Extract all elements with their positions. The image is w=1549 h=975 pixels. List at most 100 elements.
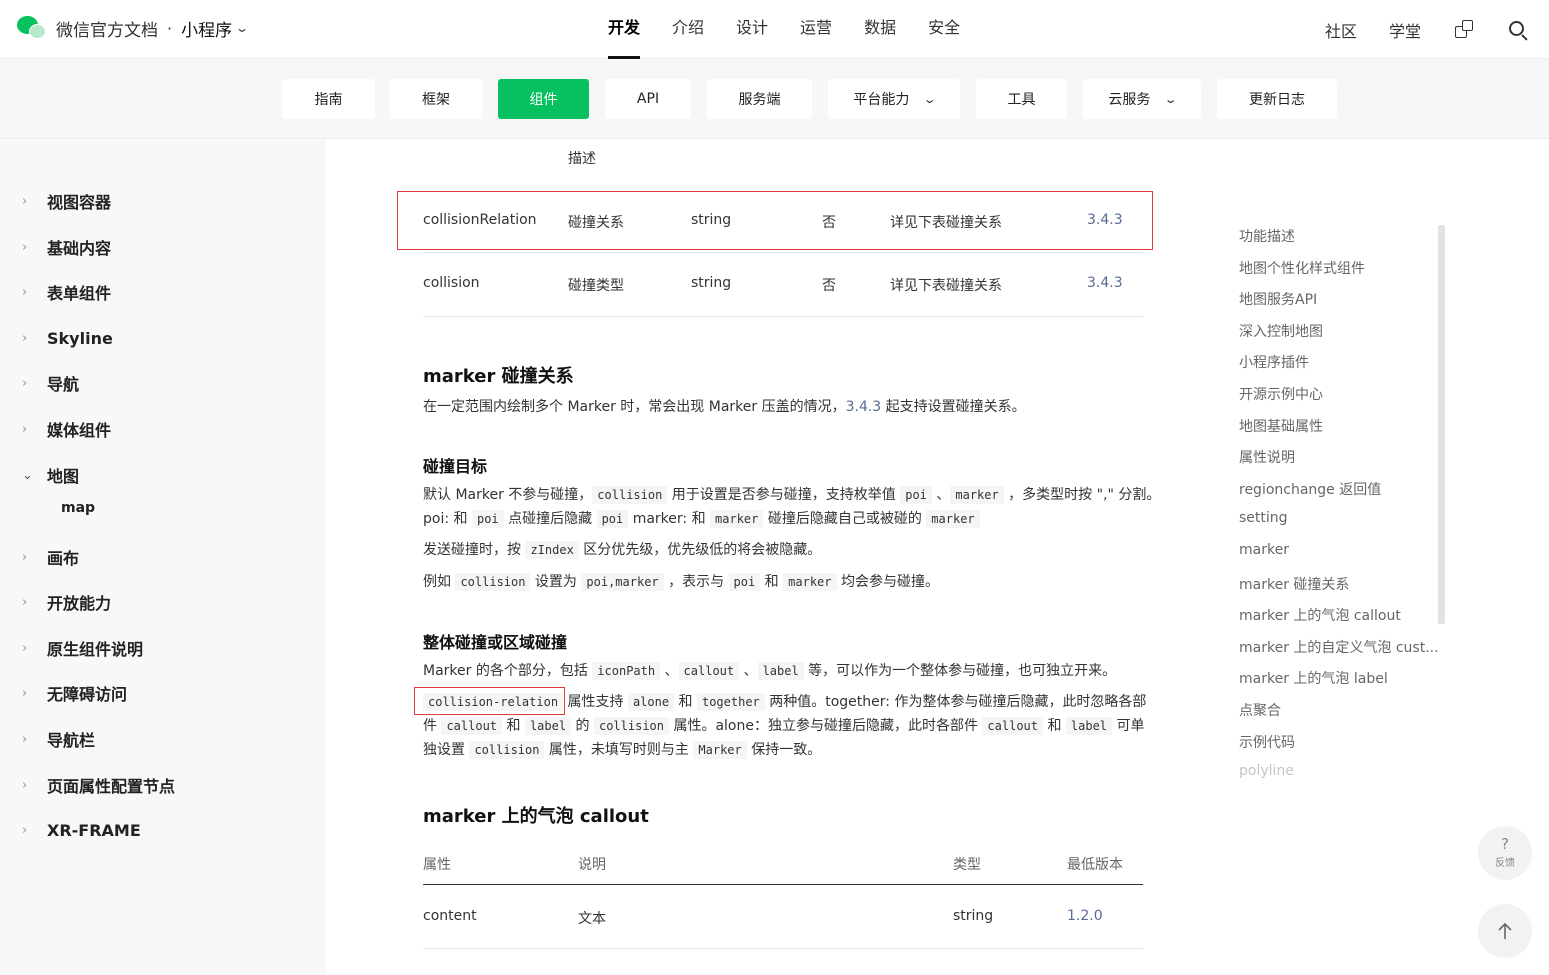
subnav-label: 平台能力	[853, 92, 910, 108]
sidebar-item-navbar[interactable]: › 导航栏	[22, 727, 95, 751]
toc-scrollbar[interactable]	[1438, 225, 1445, 624]
inline-code: poi,marker	[581, 573, 664, 591]
toc-item[interactable]: 地图服务API	[1239, 289, 1317, 309]
subnav-cloud[interactable]: 云服务 ⌄	[1083, 79, 1201, 119]
toc-item[interactable]: 深入控制地图	[1239, 321, 1323, 341]
toc-item[interactable]: regionchange 返回值	[1239, 479, 1381, 499]
chevron-down-icon[interactable]: ⌄	[235, 21, 249, 35]
text: 两种值。together: 作为整体参与碰撞后隐藏，此时忽略各部	[764, 694, 1147, 710]
sidebar-item-label: 原生组件说明	[47, 640, 144, 659]
sidebar-item-page-config[interactable]: › 页面属性配置节点	[22, 773, 175, 797]
toc-item[interactable]: 地图个性化样式组件	[1239, 258, 1365, 278]
sidebar-item-canvas[interactable]: › 画布	[22, 545, 79, 569]
toc-item[interactable]: marker 上的自定义气泡 cust...	[1239, 637, 1439, 657]
toc-item[interactable]: marker	[1239, 542, 1289, 558]
community-link[interactable]: 社区	[1325, 18, 1357, 42]
highlight-box	[414, 687, 565, 715]
sidebar-item-open-ability[interactable]: › 开放能力	[22, 590, 111, 614]
table-header: 最低版本	[1067, 857, 1123, 873]
version-link[interactable]: 3.4.3	[1087, 275, 1123, 291]
nav-operations[interactable]: 运营	[784, 0, 848, 59]
chevron-down-icon: ⌄	[22, 467, 33, 483]
toc-item[interactable]: 功能描述	[1239, 226, 1295, 246]
chevron-right-icon: ›	[22, 421, 28, 437]
sidebar-item-accessibility[interactable]: › 无障碍访问	[22, 681, 127, 705]
version-link[interactable]: 1.2.0	[1067, 908, 1103, 924]
text: 碰撞后隐藏自己或被碰的	[763, 511, 927, 527]
subnav-tools[interactable]: 工具	[976, 79, 1067, 119]
toc-item[interactable]: 点聚合	[1239, 700, 1281, 720]
toc-item[interactable]: 地图基础属性	[1239, 416, 1323, 436]
inline-code: collision	[455, 573, 531, 591]
chevron-down-icon: ⌄	[923, 92, 937, 106]
sidebar-item-basic-content[interactable]: › 基础内容	[22, 235, 111, 259]
sidebar-item-skyline[interactable]: › Skyline	[22, 326, 113, 350]
text: 属性。alone：独立参与碰撞后隐藏，此时各部件	[669, 718, 983, 734]
nav-data[interactable]: 数据	[848, 0, 912, 59]
sidebar-item-navigation[interactable]: › 导航	[22, 371, 79, 395]
inline-code: poi	[728, 573, 761, 591]
blocks-icon[interactable]	[1453, 19, 1475, 41]
table-header-divider	[423, 884, 1143, 885]
text: 均会参与碰撞。	[836, 574, 939, 590]
academy-link[interactable]: 学堂	[1389, 18, 1421, 42]
toc-item[interactable]: 小程序插件	[1239, 352, 1309, 372]
subnav-framework[interactable]: 框架	[390, 79, 482, 119]
nav-intro[interactable]: 介绍	[656, 0, 720, 59]
chevron-down-icon: ⌄	[1164, 92, 1178, 106]
main-nav: 开发 介绍 设计 运营 数据 安全	[592, 0, 976, 59]
subnav-components[interactable]: 组件	[498, 79, 589, 119]
inline-code: zIndex	[525, 541, 579, 559]
nav-design[interactable]: 设计	[720, 0, 784, 59]
inline-code: callout	[441, 717, 503, 735]
subnav-changelog[interactable]: 更新日志	[1217, 79, 1337, 119]
sidebar-item-form[interactable]: › 表单组件	[22, 280, 111, 304]
paragraph: 独设置 collision 属性，未填写时则与主 Marker 保持一致。	[423, 738, 821, 762]
nav-develop[interactable]: 开发	[592, 0, 656, 59]
top-header: 微信官方文档 · 小程序 ⌄ 开发 介绍 设计 运营 数据 安全 社区 学堂	[0, 0, 1549, 59]
sidebar-subitem-map[interactable]: map	[61, 500, 95, 516]
table-cell-desc: 文本	[578, 911, 606, 927]
sidebar-item-native-components[interactable]: › 原生组件说明	[22, 636, 143, 660]
inline-code: label	[757, 662, 804, 680]
nav-security[interactable]: 安全	[912, 0, 976, 59]
sidebar-item-media[interactable]: › 媒体组件	[22, 417, 111, 441]
toc-item[interactable]: marker 上的气泡 label	[1239, 668, 1388, 688]
subnav-label: 服务端	[738, 92, 781, 108]
sidebar-item-map[interactable]: ⌄ 地图	[22, 463, 79, 487]
brand[interactable]: 微信官方文档 · 小程序 ⌄	[17, 14, 249, 42]
site-title[interactable]: 微信官方文档	[56, 16, 158, 41]
inline-code: poi	[900, 486, 932, 504]
version-link[interactable]: 3.4.3	[846, 399, 882, 415]
title-separator: ·	[167, 18, 173, 38]
search-icon[interactable]	[1507, 19, 1529, 41]
arrow-up-icon	[1498, 922, 1512, 939]
sidebar-item-xr-frame[interactable]: › XR-FRAME	[22, 818, 141, 842]
back-to-top-button[interactable]	[1478, 904, 1532, 958]
inline-code: Marker	[693, 741, 747, 759]
sidebar-item-view-container[interactable]: › 视图容器	[22, 189, 111, 213]
feedback-button[interactable]: ? 反馈	[1478, 826, 1532, 880]
chevron-right-icon: ›	[22, 330, 28, 346]
subnav-guide[interactable]: 指南	[282, 79, 375, 119]
toc-item[interactable]: setting	[1239, 510, 1288, 526]
product-switcher[interactable]: 小程序	[181, 16, 232, 41]
inline-code: iconPath	[592, 662, 661, 680]
question-icon: ?	[1501, 835, 1509, 853]
table-header: 属性	[423, 857, 451, 873]
toc-item[interactable]: 开源示例中心	[1239, 384, 1323, 404]
subnav-api[interactable]: API	[605, 79, 691, 119]
text: 、	[660, 663, 679, 679]
text: ，表示与	[663, 574, 729, 590]
chevron-right-icon: ›	[22, 284, 28, 300]
inline-code: collision	[469, 741, 545, 759]
subnav-server[interactable]: 服务端	[707, 79, 812, 119]
chevron-right-icon: ›	[22, 731, 28, 747]
toc-item[interactable]: marker 上的气泡 callout	[1239, 605, 1401, 625]
toc-item[interactable]: 示例代码	[1239, 732, 1295, 752]
toc-item[interactable]: marker 碰撞关系	[1239, 574, 1349, 594]
toc-item[interactable]: polyline	[1239, 763, 1294, 779]
text: 、	[739, 663, 758, 679]
toc-item[interactable]: 属性说明	[1239, 447, 1295, 467]
subnav-platform[interactable]: 平台能力 ⌄	[828, 79, 960, 119]
